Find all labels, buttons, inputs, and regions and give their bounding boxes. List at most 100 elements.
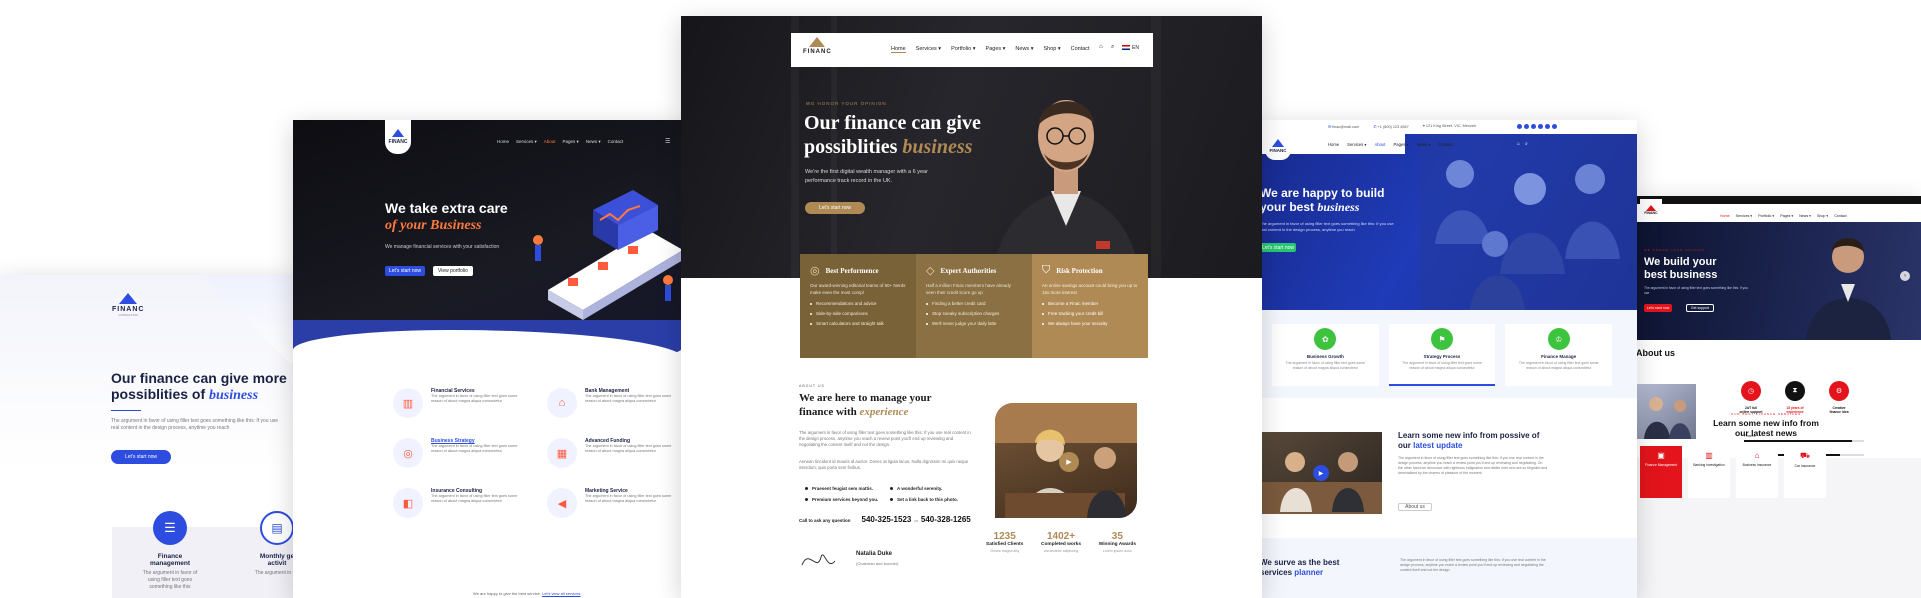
start-now-button[interactable]: Let's start now (1260, 243, 1296, 252)
play-video-icon[interactable]: ▶ (1059, 452, 1079, 472)
get-support-button[interactable]: Get support (1686, 304, 1714, 312)
hero-team-photo (1420, 134, 1637, 310)
cart-icon[interactable]: ⌂ (1099, 44, 1103, 50)
checklist-item: Praesent feugiat sem mattis. (812, 486, 874, 491)
nav-item-pages[interactable]: Pages ▾ (563, 139, 579, 145)
view-all-services-link[interactable]: Let's view all services (542, 591, 580, 596)
nav-item-home[interactable]: Home (891, 46, 906, 53)
topbar-phone[interactable]: ✆ +1 (800) 123 4567 (1373, 124, 1408, 129)
about-title-line1: We are here to manage your (799, 392, 932, 404)
nav-item-services[interactable]: Services ▾ (516, 139, 537, 145)
nav-item-news[interactable]: News ▾ (586, 139, 601, 145)
nav-item-services[interactable]: Services ▾ (1347, 142, 1366, 147)
feature-authorities[interactable]: ◇ Expert Authorities Half a million Finac… (916, 254, 1032, 358)
nav-item-shop[interactable]: Shop ▾ (1043, 46, 1060, 53)
logo-mark-icon (1272, 139, 1284, 147)
facebook-icon[interactable] (1517, 124, 1522, 129)
service-bank[interactable]: ⌂ Bank Management The argument in favor o… (547, 388, 683, 418)
feature-list-item: We'll never judge your daily latte (932, 321, 997, 326)
service-marketing[interactable]: ◀ Marketing Service The argument in favor… (547, 488, 683, 518)
hero-title-line1: Our finance can give more (111, 370, 287, 386)
tile-finance[interactable]: ▣ Finance Management (1640, 446, 1682, 498)
instagram-icon[interactable] (1538, 124, 1543, 129)
linkedin-icon[interactable] (1531, 124, 1536, 129)
cart-icon[interactable]: ⌂ (1517, 141, 1520, 147)
hero-title-line2: best business (1644, 269, 1718, 281)
logo[interactable]: FINANC (1640, 199, 1662, 221)
feature-strategy[interactable]: ⚑ Strategy Process The argument in favor… (1388, 324, 1496, 386)
nav-item-news[interactable]: News ▾ (1799, 214, 1811, 218)
logo[interactable]: FINANC CONSULTING (112, 293, 144, 317)
about-paragraph: Aenean tincidunt id mauris id auctor. Do… (799, 459, 969, 471)
tile-car-insurance[interactable]: ⛟ Car Insurance (1784, 446, 1826, 498)
nav-item-about[interactable]: About (1375, 142, 1386, 147)
hero-title-emphasis: business (902, 136, 973, 158)
search-icon[interactable]: ⌕ (1525, 141, 1528, 147)
menu-icon[interactable]: ☰ (665, 138, 670, 145)
start-now-button[interactable]: Let's start now (111, 450, 171, 464)
service-strategy[interactable]: ◎ Business Strategy The argument in favor… (393, 438, 529, 468)
twitter-icon[interactable] (1524, 124, 1529, 129)
feature-title: Business Growth (1306, 354, 1344, 359)
nav-item-contact[interactable]: Contact (1438, 142, 1452, 147)
card-label: Finance (157, 553, 183, 560)
hero-description: The argument in favor of using filler te… (111, 418, 279, 431)
nav-item-pages[interactable]: Pages ▾ (1780, 214, 1793, 218)
service-funding[interactable]: ▦ Advanced Funding The argument in favor … (547, 438, 683, 468)
pinterest-icon[interactable] (1552, 124, 1557, 129)
feature-title: Strategy Process (1423, 354, 1461, 359)
nav-item-home[interactable]: Home (1720, 214, 1730, 218)
start-now-button[interactable]: Let's start now (1644, 304, 1672, 312)
youtube-icon[interactable] (1545, 124, 1550, 129)
nav-item-home[interactable]: Home (497, 139, 509, 145)
service-financial[interactable]: ▥ Financial Services The argument in favo… (393, 388, 529, 418)
card-finance-management[interactable]: ☰ Finance management The argument in fav… (143, 511, 197, 591)
service-insurance[interactable]: ◧ Insurance Consulting The argument in fa… (393, 488, 529, 518)
tile-business-insurance[interactable]: ⌂ Business Insurance (1736, 446, 1778, 498)
start-now-button[interactable]: Let's start now (385, 266, 425, 276)
phone-number-primary[interactable]: 540-325-1523 (862, 515, 912, 524)
nav-item-shop[interactable]: Shop ▾ (1817, 214, 1828, 218)
logo[interactable]: FINANC (1265, 132, 1291, 160)
nav-item-portfolio[interactable]: Portfolio ▾ (951, 46, 975, 53)
logo[interactable]: FINANC (385, 120, 411, 154)
card-label: activit (267, 560, 287, 567)
feature-performance[interactable]: ◎ Best Performence Our award-winning edit… (800, 254, 916, 358)
nav-item-services[interactable]: Services ▾ (916, 46, 941, 53)
gear-icon: ⚙ (1829, 381, 1849, 401)
carousel-next-icon[interactable]: › (1900, 271, 1910, 281)
feature-list-item: Finding a better credit card (932, 301, 986, 306)
footer-note: We are happy to give the best service. (473, 591, 541, 596)
flag-icon (1122, 45, 1130, 50)
view-portfolio-button[interactable]: View portfolio (433, 266, 473, 276)
info-title-line1: Learn some new info from (1713, 418, 1819, 428)
nav-item-pages[interactable]: Pages ▾ (986, 46, 1006, 53)
feature-growth[interactable]: ✿ Business Growth The argument in favor … (1272, 324, 1379, 386)
main-nav: Home Services ▾ About Pages ▾ News ▾ Con… (1328, 142, 1453, 147)
feature-risk[interactable]: ⛉ Risk Protection An online savings accou… (1032, 254, 1148, 358)
hero-title-emphasis: business (1317, 200, 1360, 214)
logo[interactable]: FINANC (803, 37, 832, 55)
tile-banking[interactable]: ▥ Banking Investigation (1688, 446, 1730, 498)
nav-item-contact[interactable]: Contact (1834, 214, 1846, 218)
nav-item-home[interactable]: Home (1328, 142, 1339, 147)
nav-item-contact[interactable]: Contact (608, 139, 624, 145)
phone-icon: ✆ (1373, 125, 1377, 129)
nav-item-contact[interactable]: Contact (1071, 46, 1090, 53)
nav-item-news[interactable]: News ▾ (1015, 46, 1033, 53)
phone-number-secondary[interactable]: 540-328-1265 (921, 515, 971, 524)
services-grid: ▥ Financial Services The argument in favo… (393, 388, 683, 518)
about-us-button[interactable]: About us (1398, 503, 1432, 511)
start-now-button[interactable]: Let's start now (805, 202, 865, 214)
nav-item-about[interactable]: About (544, 139, 556, 145)
language-selector[interactable]: EN (1132, 45, 1139, 51)
nav-item-pages[interactable]: Pages ▾ (1393, 142, 1408, 147)
nav-item-portfolio[interactable]: Portfolio ▾ (1758, 214, 1774, 218)
topbar-email[interactable]: ✉ finac@mail.com (1328, 124, 1359, 129)
play-video-icon[interactable]: ▶ (1313, 465, 1329, 481)
feature-finance[interactable]: ♔ Finance Manage The argument in favor o… (1505, 324, 1613, 386)
hero-eyebrow: WE HONOR YOUR OPINION (1644, 248, 1705, 252)
nav-item-services[interactable]: Services ▾ (1736, 214, 1753, 218)
search-icon[interactable]: ⌕ (1111, 44, 1114, 51)
nav-item-news[interactable]: News ▾ (1417, 142, 1431, 147)
